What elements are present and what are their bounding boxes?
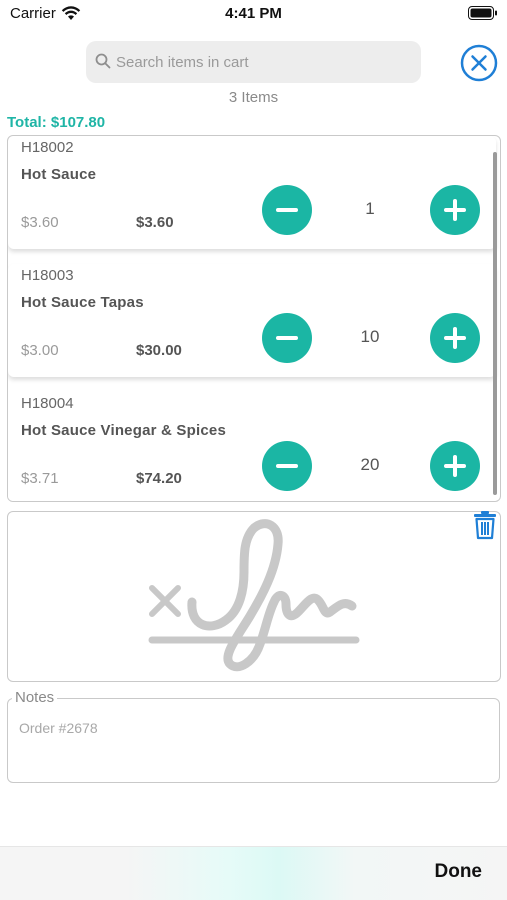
trash-icon[interactable] <box>472 510 498 540</box>
battery-icon <box>468 6 497 20</box>
notes-input[interactable]: Order #2678 <box>19 720 98 736</box>
increment-button[interactable] <box>430 441 480 491</box>
minus-icon <box>276 208 298 212</box>
item-name: Hot Sauce Tapas <box>21 294 144 311</box>
status-bar: Carrier 4:41 PM <box>0 0 507 30</box>
cart-item: H18003 Hot Sauce Tapas $3.00 $30.00 10 <box>8 264 496 377</box>
item-sku: H18004 <box>21 395 74 412</box>
close-icon[interactable] <box>460 44 498 82</box>
done-button[interactable]: Done <box>435 861 483 883</box>
increment-button[interactable] <box>430 313 480 363</box>
cart-list[interactable]: H18002 Hot Sauce $3.60 $3.60 1 H18003 Ho… <box>7 135 501 502</box>
search-bar[interactable] <box>86 41 421 83</box>
notes-label: Notes <box>12 689 58 706</box>
decrement-button[interactable] <box>262 185 312 235</box>
item-quantity: 20 <box>360 455 380 474</box>
cart-total: Total: $107.80 <box>7 114 106 131</box>
increment-button[interactable] <box>430 185 480 235</box>
item-sku: H18003 <box>21 267 74 284</box>
bottom-toolbar <box>0 846 507 900</box>
minus-icon <box>276 336 298 340</box>
search-icon <box>95 53 111 69</box>
item-line-total: $3.60 <box>136 214 174 231</box>
item-name: Hot Sauce <box>21 166 97 183</box>
item-unit-price: $3.00 <box>21 342 59 359</box>
minus-icon <box>276 464 298 468</box>
items-count: 3 Items <box>228 89 279 106</box>
clock: 4:41 PM <box>225 5 282 22</box>
decrement-button[interactable] <box>262 313 312 363</box>
notes-field[interactable] <box>7 698 500 783</box>
item-line-total: $74.20 <box>136 470 182 487</box>
scrollbar[interactable] <box>493 152 497 495</box>
item-line-total: $30.00 <box>136 342 182 359</box>
item-unit-price: $3.60 <box>21 214 59 231</box>
item-quantity: 10 <box>360 327 380 346</box>
item-name: Hot Sauce Vinegar & Spices <box>21 422 226 439</box>
cart-item: H18004 Hot Sauce Vinegar & Spices $3.71 … <box>8 392 496 501</box>
item-unit-price: $3.71 <box>21 470 59 487</box>
search-input[interactable] <box>116 41 416 83</box>
item-sku: H18002 <box>21 139 74 156</box>
item-quantity: 1 <box>365 199 375 218</box>
decrement-button[interactable] <box>262 441 312 491</box>
signature-placeholder-icon <box>148 519 360 672</box>
cart-item: H18002 Hot Sauce $3.60 $3.60 1 <box>8 136 496 249</box>
